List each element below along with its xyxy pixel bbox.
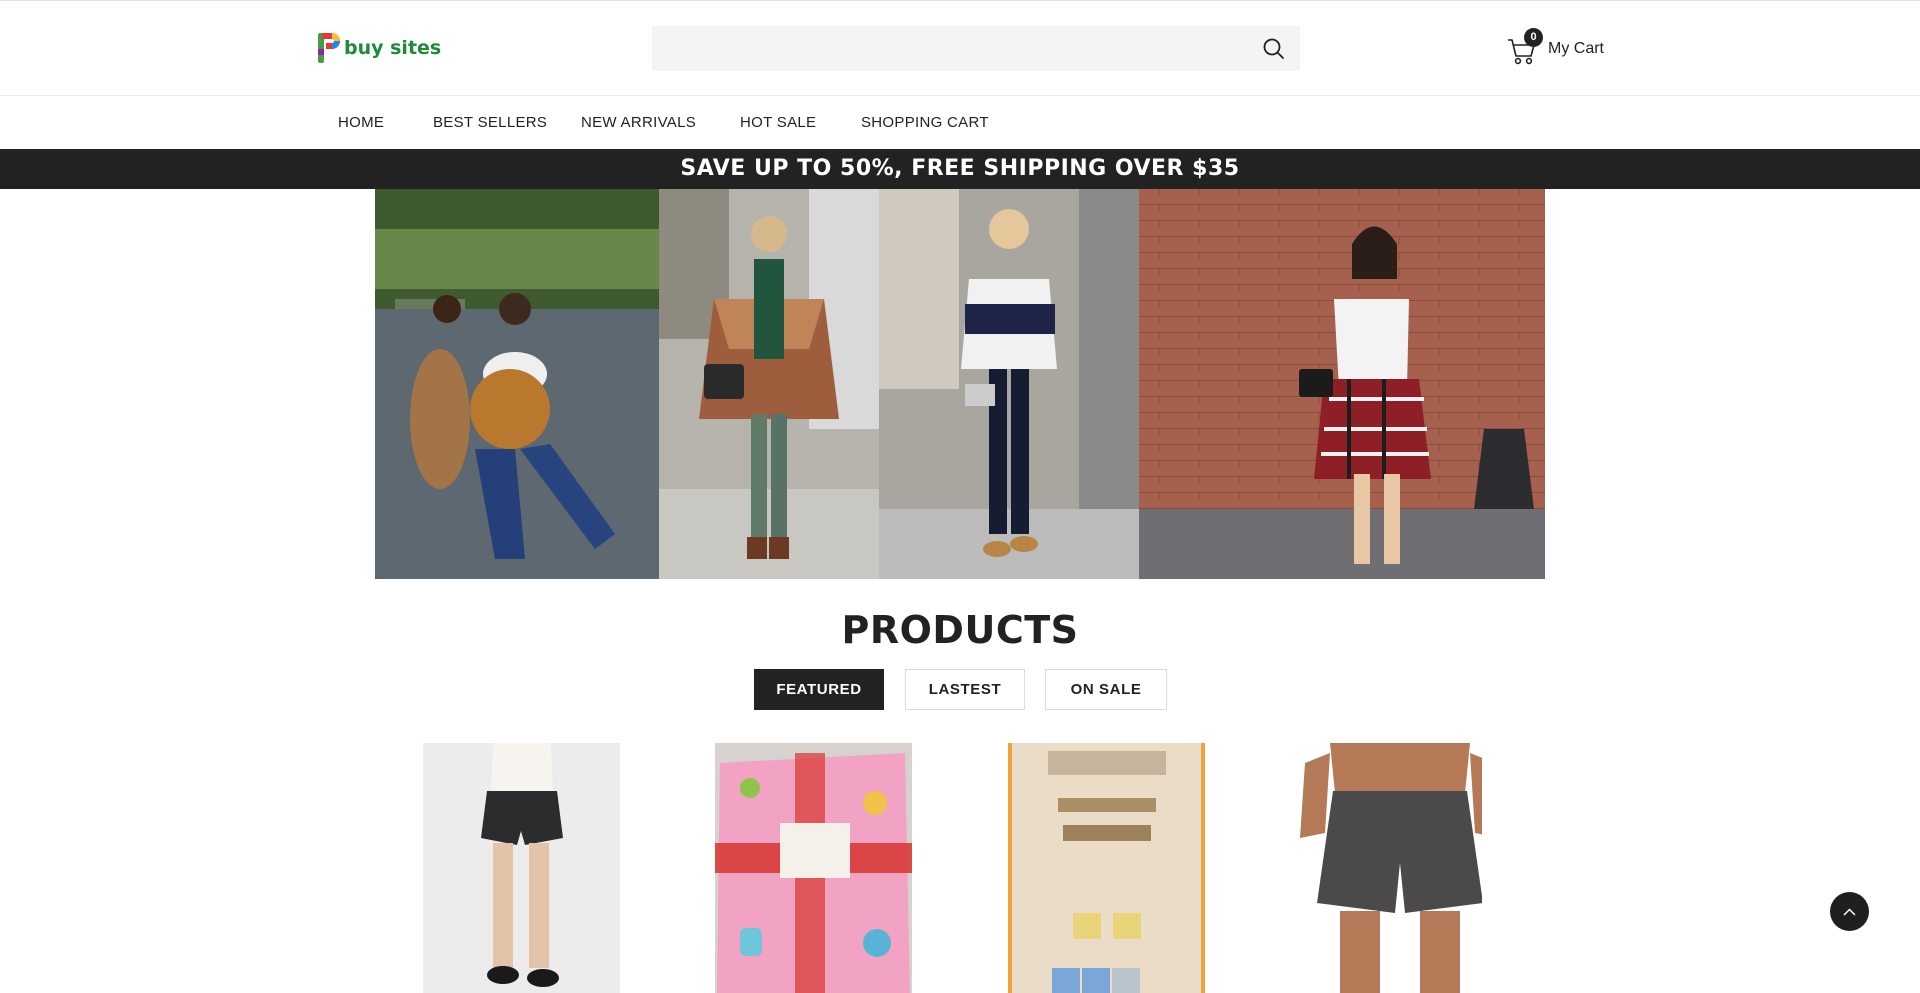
black-denim-shorts-product[interactable]: [423, 743, 620, 993]
promo-banner: SAVE UP TO 50%, FREE SHIPPING OVER $35: [0, 149, 1920, 189]
nav-item-best-sellers[interactable]: BEST SELLERS: [433, 97, 547, 149]
site-logo[interactable]: buy sites: [316, 29, 441, 67]
woman-striped-tee-photo: [879, 189, 1139, 579]
nav-item-new-arrivals[interactable]: NEW ARRIVALS: [581, 97, 696, 149]
scroll-to-top-button[interactable]: [1830, 892, 1869, 931]
tab-lastest[interactable]: LASTEST: [905, 669, 1025, 710]
search-icon[interactable]: [1262, 37, 1286, 61]
logo-icon: [316, 29, 342, 67]
pink-hello-kitty-blanket-product[interactable]: [715, 743, 912, 993]
grey-swim-shorts-product[interactable]: [1285, 743, 1482, 993]
two-women-street-photo: [375, 189, 659, 579]
search-bar: [652, 26, 1300, 71]
search-input[interactable]: [652, 26, 1252, 71]
cart-label: My Cart: [1548, 40, 1604, 57]
cart-icon: 0: [1506, 28, 1543, 67]
logo-text: buy sites: [344, 37, 442, 59]
nav-item-hot-sale[interactable]: HOT SALE: [740, 97, 816, 149]
hero-banner[interactable]: [375, 189, 1545, 579]
cart-count-badge: 0: [1524, 28, 1543, 47]
tab-on-sale[interactable]: ON SALE: [1045, 669, 1167, 710]
cart-button[interactable]: 0 My Cart: [1506, 28, 1604, 67]
woman-plaid-poncho-photo: [659, 189, 879, 579]
tab-featured[interactable]: FEATURED: [754, 669, 884, 710]
photocard-collection-product[interactable]: [1008, 743, 1205, 993]
woman-plaid-shirt-waist-photo: [1139, 189, 1545, 579]
main-nav: HOME BEST SELLERS NEW ARRIVALS HOT SALE …: [0, 97, 1920, 149]
products-title: PRODUCTS: [841, 608, 1079, 652]
chevron-up-icon: [1841, 904, 1858, 921]
nav-item-home[interactable]: HOME: [338, 97, 384, 149]
product-grid: [0, 743, 1920, 993]
product-tabs: FEATURED LASTEST ON SALE: [0, 669, 1920, 711]
nav-item-shopping-cart[interactable]: SHOPPING CART: [861, 97, 989, 149]
site-header: buy sites 0 My Cart: [0, 1, 1920, 96]
